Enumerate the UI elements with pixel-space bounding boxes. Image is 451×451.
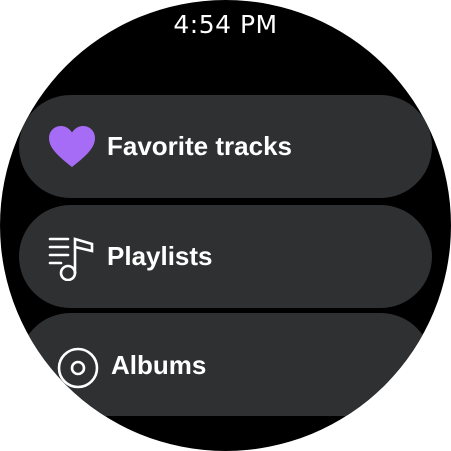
favorite-tracks-label: Favorite tracks (107, 131, 292, 161)
albums-label: Albums (111, 350, 207, 380)
status-time: 4:54 PM (173, 10, 278, 39)
playlists-button[interactable]: Playlists (19, 205, 432, 308)
favorite-tracks-button[interactable]: Favorite tracks (19, 95, 432, 198)
albums-button[interactable]: Albums (19, 313, 432, 416)
watch-screen: 4:54 PM Favorite tracks Playlists Albums (0, 0, 451, 451)
heart-icon (47, 122, 97, 172)
album-disc-icon (53, 343, 103, 393)
playlists-label: Playlists (107, 241, 213, 271)
playlist-icon (47, 232, 97, 282)
